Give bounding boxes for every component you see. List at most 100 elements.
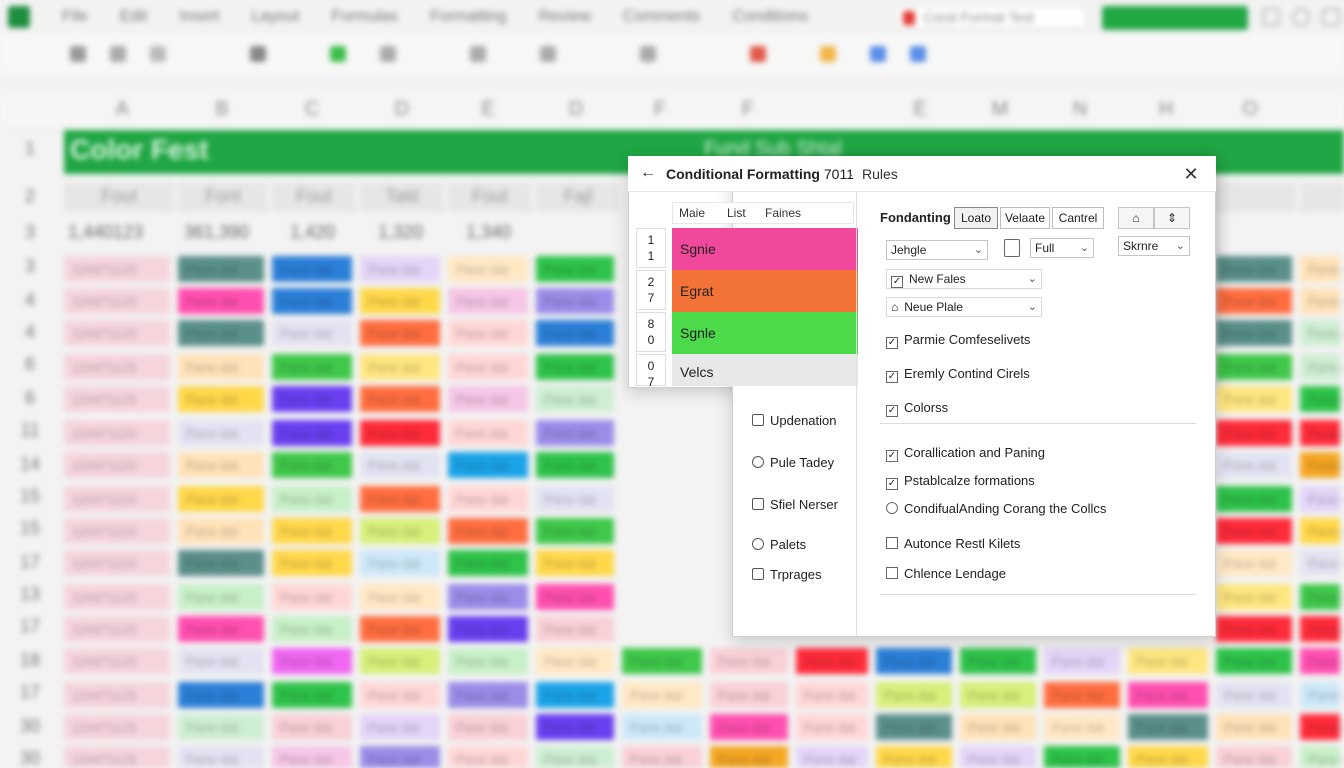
spreadsheet-cell[interactable]: Pane dat (1128, 682, 1208, 708)
spreadsheet-cell[interactable]: Pane dat (1216, 550, 1292, 576)
segment-velaate[interactable]: Velaate (1000, 207, 1050, 229)
spreadsheet-cell[interactable]: Pane dat (622, 648, 702, 674)
header-cell[interactable]: Fout (272, 182, 356, 212)
spreadsheet-cell[interactable]: Pane dat (178, 648, 264, 674)
spreadsheet-cell[interactable]: Pane dat (448, 386, 528, 412)
row-header[interactable]: 2 (0, 186, 60, 207)
spreadsheet-cell[interactable]: Pane dat (536, 518, 614, 544)
tab-list[interactable]: List (727, 206, 746, 220)
spreadsheet-cell[interactable]: Pane dat (1300, 648, 1344, 674)
print-icon[interactable] (250, 46, 266, 62)
spreadsheet-cell[interactable]: 124471123 (64, 354, 170, 380)
row-header[interactable]: 14 (0, 454, 60, 475)
option-pstablcalze[interactable]: ✓ Pstablcalze formations (886, 473, 1035, 490)
spreadsheet-cell[interactable]: Pane dat (1216, 320, 1292, 346)
window-control-icon[interactable] (1322, 8, 1340, 26)
spreadsheet-cell[interactable]: Pane dat (178, 320, 264, 346)
spreadsheet-cell[interactable]: Pane dat (1300, 518, 1344, 544)
spreadsheet-cell[interactable]: Pane dat (448, 256, 528, 282)
spreadsheet-cell[interactable]: Pane dat (360, 354, 440, 380)
segment-cantrel[interactable]: Cantrel (1052, 207, 1104, 229)
spreadsheet-cell[interactable]: Pane dat (1216, 354, 1292, 380)
spreadsheet-cell[interactable]: Pane dat (360, 518, 440, 544)
spreadsheet-cell[interactable]: Pane dat (1300, 550, 1344, 576)
option-autonce[interactable]: Autonce Restl Kilets (886, 536, 1020, 551)
spreadsheet-cell[interactable]: Pane dat (1044, 714, 1120, 740)
row-header[interactable]: 17 (0, 552, 60, 573)
breadcrumb-rules[interactable]: Rules (862, 166, 898, 182)
checkbox[interactable]: ✓ (886, 337, 898, 349)
spreadsheet-cell[interactable]: 124471123 (64, 682, 170, 708)
column-header[interactable]: E (468, 98, 508, 121)
row-header[interactable]: 17 (0, 616, 60, 637)
spreadsheet-cell[interactable]: Pane dat (1300, 682, 1344, 708)
spreadsheet-cell[interactable]: Pane dat (536, 584, 614, 610)
checkbox[interactable] (886, 537, 898, 549)
option-condifualanding[interactable]: CondifualAnding Corang the Collcs (886, 501, 1106, 516)
spreadsheet-cell[interactable]: Pane dat (1216, 386, 1292, 412)
spreadsheet-cell[interactable]: Pane dat (710, 648, 788, 674)
spreadsheet-cell[interactable]: Pane dat (1300, 714, 1344, 740)
spreadsheet-cell[interactable]: Pane dat (360, 584, 440, 610)
column-header[interactable]: M (980, 98, 1020, 121)
spreadsheet-cell[interactable]: 124471123 (64, 486, 170, 512)
spreadsheet-cell[interactable]: 124471123 (64, 648, 170, 674)
spreadsheet-cell[interactable]: Pane dat (272, 714, 352, 740)
column-header[interactable]: E (900, 98, 940, 121)
menu-insert[interactable]: Insert (179, 8, 219, 26)
spreadsheet-cell[interactable]: Pane dat (272, 354, 352, 380)
spreadsheet-cell[interactable]: 124471123 (64, 714, 170, 740)
spreadsheet-cell[interactable]: Pane dat (272, 486, 352, 512)
spreadsheet-cell[interactable]: Pane dat (536, 648, 614, 674)
spreadsheet-cell[interactable]: Pane dat (1128, 746, 1208, 768)
spreadsheet-cell[interactable]: Pane dat (1216, 584, 1292, 610)
row-header[interactable]: 15 (0, 486, 60, 507)
spreadsheet-cell[interactable]: Pane dat (272, 288, 352, 314)
header-cell[interactable]: Fout (448, 182, 532, 212)
column-header[interactable]: F (728, 98, 768, 121)
spreadsheet-cell[interactable]: 124471123 (64, 746, 170, 768)
rule-item[interactable]: Sgnle (672, 312, 858, 354)
merge-icon[interactable] (540, 46, 556, 62)
spreadsheet-cell[interactable]: Pane dat (178, 452, 264, 478)
spreadsheet-cell[interactable]: Pane dat (360, 648, 440, 674)
menu-review[interactable]: Review (539, 8, 591, 26)
row-header[interactable]: 4 (0, 290, 60, 311)
spreadsheet-cell[interactable]: Pane dat (360, 714, 440, 740)
spreadsheet-cell[interactable]: Pane dat (178, 616, 264, 642)
spreadsheet-cell[interactable]: Pane dat (1128, 714, 1208, 740)
spreadsheet-cell[interactable]: Pane dat (1300, 616, 1344, 642)
spreadsheet-cell[interactable]: Pane dat (360, 386, 440, 412)
spreadsheet-cell[interactable]: Pane dat (1300, 486, 1344, 512)
spreadsheet-cell[interactable]: Pane dat (360, 452, 440, 478)
spreadsheet-cell[interactable]: Pane dat (272, 584, 352, 610)
spreadsheet-cell[interactable]: Pane dat (1300, 746, 1344, 768)
spreadsheet-cell[interactable]: Pane dat (1216, 648, 1292, 674)
spreadsheet-cell[interactable]: Pane dat (178, 354, 264, 380)
spreadsheet-cell[interactable]: Pane dat (272, 420, 352, 446)
header-cell[interactable]: Font (178, 182, 268, 212)
undo-icon[interactable] (70, 46, 86, 62)
spreadsheet-cell[interactable]: Pane dat (272, 648, 352, 674)
header-cell[interactable]: Tald (360, 182, 444, 212)
spreadsheet-cell[interactable]: Pane dat (448, 452, 528, 478)
align-icon[interactable] (470, 46, 486, 62)
format-painter-icon[interactable] (150, 46, 166, 62)
column-header[interactable]: N (1060, 98, 1100, 121)
spreadsheet-cell[interactable]: Pane dat (178, 746, 264, 768)
spreadsheet-cell[interactable]: Pane dat (536, 386, 614, 412)
cell-value[interactable]: 1,420 (290, 222, 335, 243)
option-eremly[interactable]: ✓ Eremly Contind Cirels (886, 366, 1030, 383)
spreadsheet-cell[interactable]: Pane dat (360, 746, 440, 768)
spreadsheet-cell[interactable]: Pane dat (448, 420, 528, 446)
spreadsheet-cell[interactable]: Pane dat (1216, 486, 1292, 512)
spreadsheet-cell[interactable]: Pane dat (272, 386, 352, 412)
spreadsheet-cell[interactable]: 124471123 (64, 616, 170, 642)
spreadsheet-cell[interactable]: Pane dat (1044, 648, 1120, 674)
neue-plale-select[interactable]: ⌂ Neue Plale ⌄ (886, 297, 1042, 317)
window-control-icon[interactable] (1262, 8, 1280, 26)
spreadsheet-cell[interactable]: Pane dat (1216, 518, 1292, 544)
spreadsheet-cell[interactable]: Pane dat (536, 550, 614, 576)
spreadsheet-cell[interactable]: Pane dat (622, 746, 702, 768)
header-cell[interactable]: Fajl (536, 182, 620, 212)
